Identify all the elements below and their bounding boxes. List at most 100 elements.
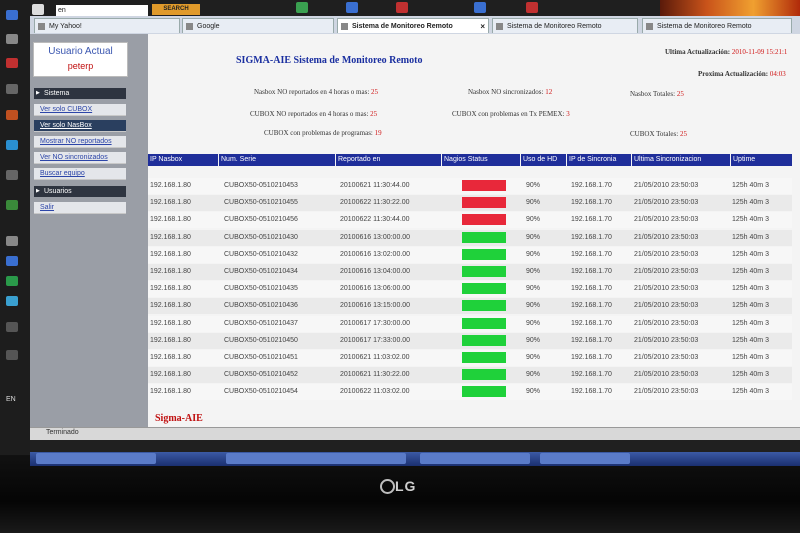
search-button[interactable]: SEARCH bbox=[152, 4, 200, 15]
table-row[interactable]: 192.168.1.80 CUBOX50-0510210453 20100621 1… bbox=[148, 178, 792, 194]
table-row[interactable]: 192.168.1.80 CUBOX50-0510210434 20100616 1… bbox=[148, 264, 792, 280]
cell-ultima-sincronizacion: 21/05/2010 23:50:03 bbox=[634, 182, 699, 189]
toolbar-icon[interactable] bbox=[526, 2, 538, 13]
tab-google[interactable]: Google bbox=[182, 18, 334, 33]
cell-ip-sincronia: 192.168.1.70 bbox=[571, 250, 612, 258]
cell-uptime: 125h 40m 3 bbox=[732, 268, 769, 275]
cell-reportado: 20100617 17:30:00.00 bbox=[340, 319, 411, 327]
table-row[interactable]: 192.168.1.80 CUBOX50-0510210435 20100616 1… bbox=[148, 281, 792, 298]
table-row[interactable]: 192.168.1.80 CUBOX50-0510210436 20100616 1… bbox=[148, 298, 792, 315]
column-header-ip-nasbox[interactable]: IP Nasbox bbox=[148, 154, 218, 166]
sidebar-link-no-reportados[interactable]: Mostrar NO reportados bbox=[34, 136, 126, 148]
summary-cubox-programas: CUBOX con problemas de programas: 19 bbox=[264, 129, 382, 137]
tab-monitoreo[interactable]: Sistema de Monitoreo Remoto bbox=[642, 18, 792, 33]
cell-ultima-sincronizacion: 21/05/2010 23:50:03 bbox=[634, 199, 699, 207]
cell-ultima-sincronizacion: 21/05/2010 23:50:03 bbox=[634, 371, 699, 379]
app-icon[interactable] bbox=[6, 110, 18, 120]
cell-uptime: 125h 40m 3 bbox=[732, 216, 769, 224]
cell-ultima-sincronizacion: 21/05/2010 23:50:03 bbox=[634, 319, 699, 327]
tab-monitoreo[interactable]: Sistema de Monitoreo Remoto bbox=[492, 18, 638, 33]
sidebar-section-sistema[interactable]: Sistema bbox=[34, 88, 126, 99]
taskbar-item[interactable] bbox=[540, 453, 630, 464]
cell-reportado: 20100621 11:30:44.00 bbox=[340, 182, 410, 189]
sidebar-link-salir[interactable]: Salir bbox=[34, 202, 126, 214]
toolbar-icon[interactable] bbox=[474, 2, 486, 13]
app-icon[interactable] bbox=[6, 34, 18, 44]
app-icon[interactable] bbox=[6, 200, 18, 210]
google-icon bbox=[186, 23, 193, 30]
app-icon[interactable] bbox=[6, 140, 18, 150]
column-header-ultima-sincronizacion[interactable]: Ultima Sincronizacion bbox=[632, 154, 730, 166]
cell-ip-nasbox: 192.168.1.80 bbox=[150, 268, 191, 275]
table-row[interactable]: 192.168.1.80 CUBOX50-0510210432 20100616 1… bbox=[148, 246, 792, 263]
app-icon[interactable] bbox=[6, 296, 18, 306]
nagios-status-indicator bbox=[462, 334, 506, 346]
table-row[interactable]: 192.168.1.80 CUBOX50-0510210450 20100617 1… bbox=[148, 332, 792, 349]
sidebar-link-buscar-equipo[interactable]: Buscar equipo bbox=[34, 168, 126, 180]
toolbar-icon[interactable] bbox=[32, 4, 44, 15]
app-icon[interactable] bbox=[6, 256, 18, 266]
tab-my-yahoo[interactable]: My Yahoo! bbox=[34, 18, 180, 33]
table-row[interactable]: 192.168.1.80 CUBOX50-0510210452 20100621 1… bbox=[148, 367, 792, 384]
cell-ip-sincronia: 192.168.1.70 bbox=[571, 319, 612, 327]
nagios-status-indicator bbox=[462, 214, 506, 226]
app-icon[interactable] bbox=[6, 170, 18, 180]
table-row[interactable]: 192.168.1.80 CUBOX50-0510210456 20100622 1… bbox=[148, 212, 792, 229]
app-icon[interactable] bbox=[6, 276, 18, 286]
app-icon[interactable] bbox=[6, 350, 18, 360]
close-icon[interactable]: × bbox=[480, 19, 485, 33]
app-icon[interactable] bbox=[6, 10, 18, 20]
cell-ip-nasbox: 192.168.1.80 bbox=[150, 336, 191, 344]
table-row[interactable]: 192.168.1.80 CUBOX50-0510210455 20100622 1… bbox=[148, 195, 792, 212]
app-icon[interactable] bbox=[6, 84, 18, 94]
column-header-nagios-status[interactable]: Nagios Status bbox=[442, 154, 520, 166]
app-icon[interactable] bbox=[6, 322, 18, 332]
taskbar-item[interactable] bbox=[36, 453, 156, 464]
app-icon[interactable] bbox=[6, 58, 18, 68]
taskbar-item[interactable] bbox=[226, 453, 406, 464]
cell-ip-sincronia: 192.168.1.70 bbox=[571, 302, 612, 310]
cell-ip-nasbox: 192.168.1.80 bbox=[150, 182, 191, 189]
cell-uptime: 125h 40m 3 bbox=[732, 302, 769, 310]
taskbar-item[interactable] bbox=[420, 453, 530, 464]
summary-label: Nasbox NO reportados en 4 horas o mas: bbox=[254, 88, 370, 96]
column-header-uptime[interactable]: Uptime bbox=[731, 154, 792, 166]
toolbar-icon[interactable] bbox=[296, 2, 308, 13]
column-header-num-serie[interactable]: Num. Serie bbox=[219, 154, 335, 166]
sidebar-section-usuarios[interactable]: Usuarios bbox=[34, 186, 126, 197]
cell-uso-hd: 90% bbox=[526, 233, 541, 241]
cell-num-serie: CUBOX50-0510210456 bbox=[224, 216, 298, 224]
cell-ip-nasbox: 192.168.1.80 bbox=[150, 285, 191, 293]
nagios-status-indicator bbox=[462, 300, 506, 312]
os-left-toolbar bbox=[0, 0, 30, 455]
app-icon[interactable] bbox=[6, 236, 18, 246]
table-row[interactable]: 192.168.1.80 CUBOX50-0510210437 20100617 1… bbox=[148, 315, 792, 332]
table-row[interactable]: 192.168.1.80 CUBOX50-0510210430 20100616 1… bbox=[148, 229, 792, 246]
cell-ip-sincronia: 192.168.1.70 bbox=[571, 336, 612, 344]
monitor-bezel bbox=[0, 455, 800, 533]
toolbar-icon[interactable] bbox=[396, 2, 408, 13]
tab-label: Sistema de Monitoreo Remoto bbox=[507, 23, 602, 30]
cell-num-serie: CUBOX50-0510210451 bbox=[224, 354, 298, 361]
toolbar-icon[interactable] bbox=[346, 2, 358, 13]
cell-ultima-sincronizacion: 21/05/2010 23:50:03 bbox=[634, 336, 699, 344]
table-row[interactable]: 192.168.1.80 CUBOX50-0510210451 20100621 1… bbox=[148, 350, 792, 366]
search-input[interactable]: en bbox=[56, 5, 148, 16]
column-header-ip-sincronia[interactable]: IP de Sincronia bbox=[567, 154, 631, 166]
last-update-value: 2010-11-09 15:21:1 bbox=[731, 48, 788, 56]
lg-logo-icon bbox=[380, 479, 395, 494]
nagios-status-indicator bbox=[462, 352, 506, 363]
column-header-reportado[interactable]: Reportado en bbox=[336, 154, 441, 166]
cell-ultima-sincronizacion: 21/05/2010 23:50:03 bbox=[634, 250, 699, 258]
sidebar-link-no-sincronizados[interactable]: Ver NO sincronizados bbox=[34, 152, 126, 164]
cell-num-serie: CUBOX50-0510210437 bbox=[224, 319, 298, 327]
column-header-uso-hd[interactable]: Uso de HD bbox=[521, 154, 566, 166]
sidebar-link-ver-nasbox[interactable]: Ver solo NasBox bbox=[34, 120, 126, 132]
sidebar-link-ver-cubox[interactable]: Ver solo CUBOX bbox=[34, 104, 126, 116]
cell-num-serie: CUBOX50-0510210453 bbox=[224, 182, 298, 189]
tab-monitoreo-active[interactable]: Sistema de Monitoreo Remoto × bbox=[337, 18, 489, 33]
nagios-status-indicator bbox=[462, 231, 506, 243]
nagios-status-indicator bbox=[462, 197, 506, 209]
cell-uso-hd: 90% bbox=[526, 268, 541, 275]
table-row[interactable]: 192.168.1.80 CUBOX50-0510210454 20100622 1… bbox=[148, 384, 792, 401]
